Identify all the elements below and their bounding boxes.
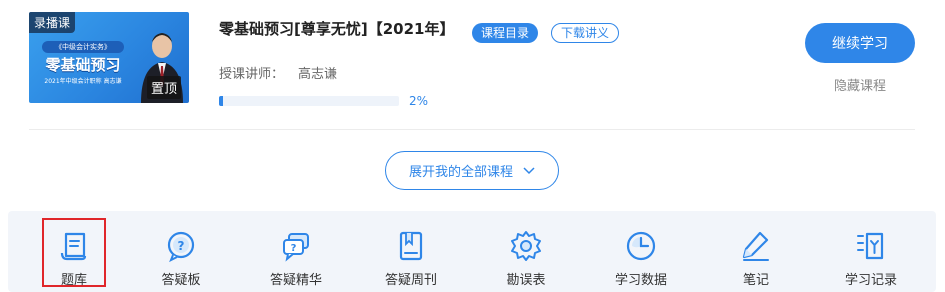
tool-notes[interactable]: 笔记 [711,211,801,292]
thumbnail-subject: 《中级会计实务》 [42,41,124,53]
download-handout-button[interactable]: 下载讲义 [551,23,620,43]
svg-text:?: ? [291,243,297,254]
instructor-info: 授课讲师： 高志谦 [219,63,337,82]
tool-bar: 题库 ? 答疑板 ? 答疑精华 答疑周刊 勘误表 学习数据 笔记 学习记录 [8,211,936,292]
tool-label: 答疑周刊 [384,273,437,288]
record-list-icon [857,232,884,260]
course-thumbnail[interactable]: 录播课 《中级会计实务》 零基础预习 2021年中级会计职称 高志谦 置顶 [29,12,189,103]
hide-course-link[interactable]: 隐藏课程 [805,75,915,94]
tool-qa-weekly[interactable]: 答疑周刊 [366,211,456,292]
tool-question-bank[interactable]: 题库 [29,211,119,292]
tool-label: 答疑板 [161,273,201,288]
tool-label: 答疑精华 [269,273,322,288]
instructor-label: 授课讲师： [219,67,285,82]
tool-label: 勘误表 [506,273,546,288]
continue-learning-button[interactable]: 继续学习 [805,23,915,63]
tool-qa-highlights[interactable]: ? 答疑精华 [251,211,341,292]
course-title[interactable]: 零基础预习[尊享无忧]【2021年】 [219,18,454,39]
progress-percent: 2% [409,94,429,108]
progress-fill [219,96,223,106]
divider [29,129,915,130]
gear-icon [511,231,541,261]
tool-label: 学习记录 [844,273,897,288]
recorded-course-badge: 录播课 [29,12,76,33]
tool-label: 笔记 [742,273,769,288]
thumbnail-caption: 2021年中级会计职称 高志谦 [44,78,122,85]
chevron-down-icon [523,166,535,174]
tool-qa-board[interactable]: ? 答疑板 [136,211,226,292]
svg-text:?: ? [178,239,185,253]
question-bubble-icon: ? [167,231,195,263]
expand-all-courses-label: 展开我的全部课程 [408,165,513,180]
pencil-note-icon [742,231,769,261]
pin-top-badge[interactable]: 置顶 [147,76,182,99]
instructor-name: 高志谦 [298,67,338,82]
clock-icon [626,231,656,261]
expand-all-courses-button[interactable]: 展开我的全部课程 [385,151,559,190]
question-bank-icon [60,232,87,261]
qa-highlights-icon: ? [283,233,309,262]
course-catalog-button[interactable]: 课程目录 [472,23,539,43]
tool-study-record[interactable]: 学习记录 [826,211,916,292]
tool-label: 题库 [60,273,87,288]
tool-study-data[interactable]: 学习数据 [596,211,686,292]
tool-errata[interactable]: 勘误表 [481,211,571,292]
weekly-book-icon [399,231,423,261]
thumbnail-title: 零基础预习 [45,56,121,74]
tool-label: 学习数据 [614,273,667,288]
progress-bar [219,96,399,106]
